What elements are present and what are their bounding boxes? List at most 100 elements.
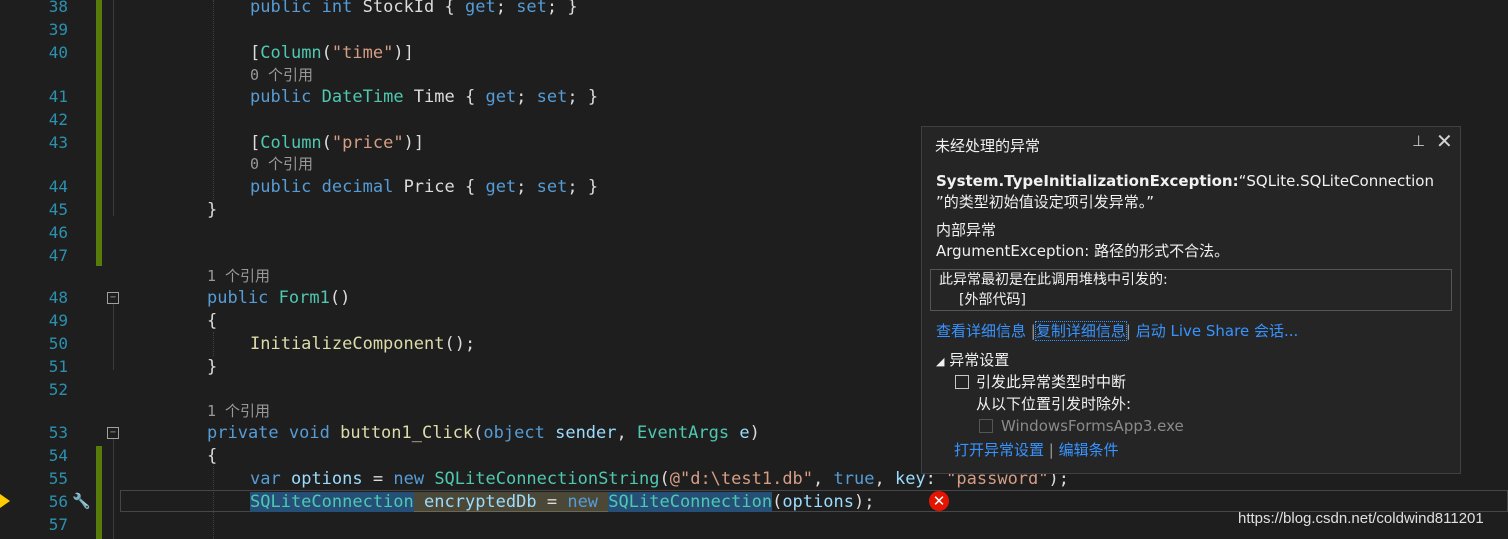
line-number: 41	[48, 87, 68, 106]
code-token: options	[782, 492, 854, 512]
line-number: 53	[48, 423, 68, 442]
code-token: get	[485, 177, 517, 197]
code-token: options	[290, 469, 363, 489]
copy-details-link[interactable]: 复制详细信息	[1034, 321, 1127, 341]
line-number: 44	[48, 177, 68, 196]
exe-exception-label: WindowsFormsApp3.exe	[1001, 417, 1184, 435]
exception-settings-header[interactable]: ◢ 异常设置	[936, 350, 1009, 372]
code-token: true	[833, 469, 875, 489]
exception-message-line2: ”的类型初始值设定项引发异常。”	[936, 193, 1155, 211]
code-text: }	[207, 199, 217, 221]
code-token: ,	[813, 469, 834, 489]
code-token: ;	[516, 87, 537, 107]
code-token: ();	[444, 334, 476, 354]
code-token: var	[250, 469, 281, 489]
code-token: Column	[260, 43, 322, 63]
codelens-references[interactable]: 0 个引用	[250, 153, 313, 175]
code-line[interactable]: 41 public DateTime Time { get; set; }	[0, 86, 1508, 108]
code-token: [	[250, 43, 261, 63]
call-stack-frame[interactable]: [外部代码]	[939, 290, 1451, 310]
code-token: (	[321, 133, 332, 153]
code-token: set	[536, 87, 568, 107]
error-x-icon[interactable]: ✕	[929, 491, 949, 511]
close-icon[interactable]: ✕	[1436, 129, 1453, 153]
link-separator: |	[1125, 322, 1131, 340]
inner-exception-message: ArgumentException: 路径的形式不合法。	[936, 242, 1230, 260]
line-number: 48	[48, 288, 68, 307]
code-token: int	[321, 0, 353, 17]
codelens-references[interactable]: 0 个引用	[250, 64, 313, 86]
code-token: public	[250, 87, 312, 107]
code-token: ,	[874, 469, 895, 489]
edit-conditions-link[interactable]: 编辑条件	[1059, 441, 1119, 459]
code-text: public int StockId { get; set; }	[250, 0, 578, 18]
collapse-triangle-icon: ◢	[936, 355, 945, 368]
codelens-references[interactable]: 1 个引用	[207, 265, 270, 287]
code-token: void	[288, 423, 330, 443]
popup-links: 查看详细信息 |复制详细信息| 启动 Live Share 会话...	[936, 321, 1298, 342]
code-token: StockId {	[352, 0, 465, 17]
code-token: SQLiteConnectionString	[434, 469, 660, 489]
line-number: 42	[48, 110, 68, 129]
open-exception-settings-link[interactable]: 打开异常设置	[954, 441, 1044, 459]
code-token: (	[473, 423, 484, 443]
code-line[interactable]: 40 [Column("time")]	[0, 42, 1508, 64]
break-on-exception-checkbox[interactable]	[955, 375, 969, 389]
code-text: public Form1()	[207, 287, 350, 309]
code-token: encryptedDb	[424, 492, 537, 512]
current-statement-arrow-icon	[0, 494, 10, 508]
exe-exception-checkbox[interactable]	[979, 419, 993, 433]
code-token: ()	[329, 288, 351, 308]
except-when-label: 从以下位置引发时除外:	[976, 395, 1132, 413]
code-token: ; }	[567, 177, 599, 197]
live-share-link[interactable]: 启动 Live Share 会话...	[1136, 322, 1299, 340]
code-token: DateTime	[321, 87, 404, 107]
line-number: 56	[48, 492, 68, 511]
call-stack-box[interactable]: 此异常最初是在此调用堆栈中引发的: [外部代码]	[930, 269, 1452, 311]
wrench-icon[interactable]: 🔧	[72, 492, 91, 510]
code-token	[413, 492, 425, 512]
code-token: object	[483, 423, 545, 443]
code-token: (	[772, 492, 783, 512]
codelens-references[interactable]: 1 个引用	[207, 400, 270, 422]
line-number: 45	[48, 200, 68, 219]
code-token: SQLiteConnection	[608, 492, 773, 512]
line-number: 47	[48, 246, 68, 265]
code-token: ;	[495, 0, 517, 17]
pin-icon[interactable]: ⊥	[1412, 132, 1425, 150]
code-text: [Column("price")]	[250, 132, 424, 154]
code-line[interactable]: 39	[0, 19, 1508, 41]
code-token: ; }	[567, 87, 599, 107]
code-token: set	[536, 177, 568, 197]
watermark-url: https://blog.csdn.net/coldwind811201	[1238, 510, 1484, 527]
code-token: Time {	[403, 87, 486, 107]
code-token: public	[250, 177, 312, 197]
line-number: 52	[48, 380, 68, 399]
code-token: )]	[403, 133, 425, 153]
line-number: 54	[48, 446, 68, 465]
line-number: 39	[48, 20, 68, 39]
line-number: 51	[48, 357, 68, 376]
code-token: {	[207, 446, 218, 466]
code-token: (	[321, 43, 332, 63]
code-token: button1_Click	[340, 423, 474, 443]
line-number: 49	[48, 311, 68, 330]
code-text: }	[207, 356, 217, 378]
code-line[interactable]: 38 public int StockId { get; set; }	[0, 0, 1508, 18]
line-number: 57	[48, 515, 68, 534]
code-token: );	[853, 492, 875, 512]
code-token: "price"	[331, 133, 404, 153]
view-details-link[interactable]: 查看详细信息	[936, 322, 1026, 340]
code-text: public decimal Price { get; set; }	[250, 176, 598, 198]
popup-title: 未经处理的异常	[935, 137, 1041, 155]
code-token: =	[362, 469, 394, 489]
break-on-exception-label: 引发此异常类型时中断	[976, 373, 1127, 391]
code-token: Form1	[278, 288, 330, 308]
